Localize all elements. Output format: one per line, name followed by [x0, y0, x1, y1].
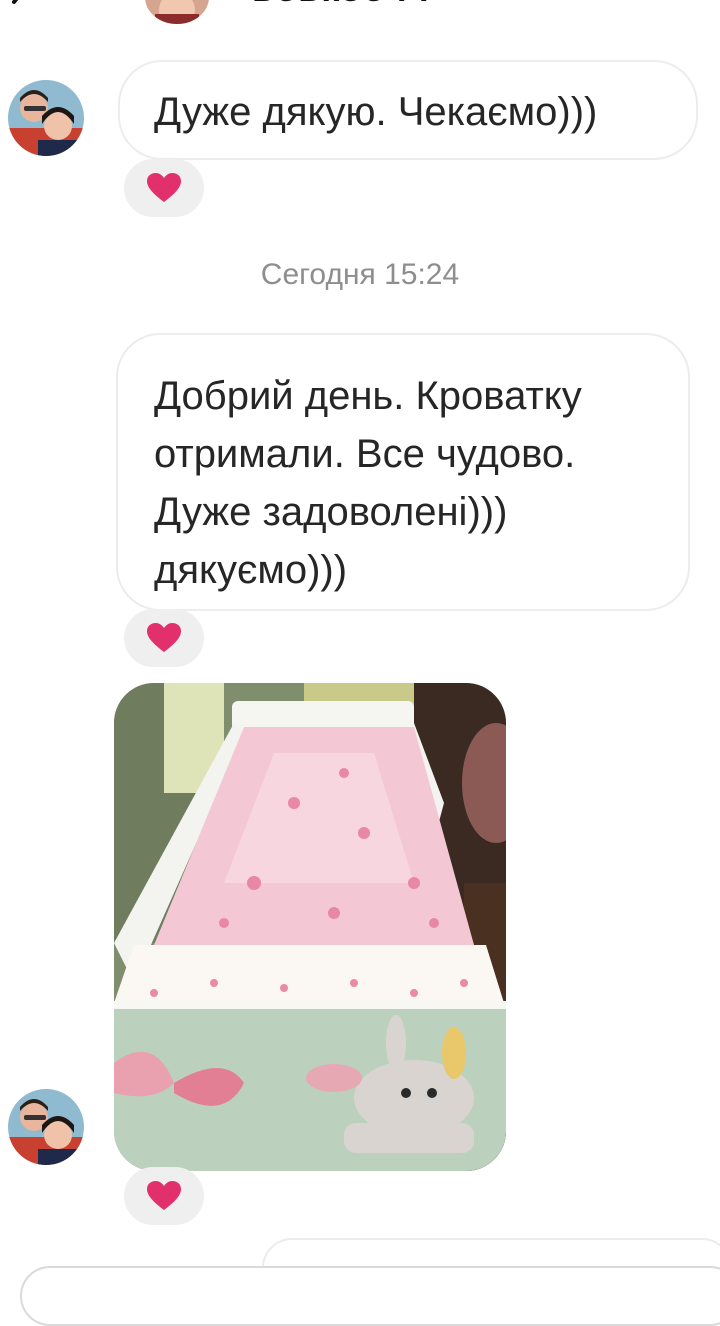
reaction-badge[interactable] — [124, 159, 204, 217]
message-bubble[interactable]: Дуже дякую. Чекаємо))) — [118, 60, 698, 160]
message-bubble[interactable]: Добрий день. Кроватку отримали. Все чудо… — [116, 333, 690, 611]
info-icon[interactable] — [622, 0, 672, 16]
heart-icon — [147, 173, 181, 202]
message-text: Дуже дякую. Чекаємо))) — [154, 90, 598, 134]
reaction-badge[interactable] — [124, 1167, 204, 1225]
message-text: Добрий день. Кроватку отримали. Все чудо… — [154, 374, 582, 592]
heart-icon — [147, 623, 181, 652]
avatar[interactable] — [8, 80, 84, 156]
reaction-badge[interactable] — [124, 609, 204, 667]
avatar[interactable] — [8, 1089, 84, 1165]
photo-message[interactable] — [114, 683, 506, 1171]
message-composer[interactable] — [20, 1266, 720, 1326]
video-call-icon[interactable] — [500, 0, 556, 16]
timestamp: Сегодня 15:24 — [260, 258, 460, 291]
header-avatar[interactable] — [145, 0, 209, 24]
chat-header: ьоькоо i i — [0, 0, 720, 40]
chevron-left-icon[interactable] — [0, 0, 40, 18]
heart-icon — [147, 1181, 181, 1210]
header-username[interactable]: ьоькоо i i — [252, 0, 430, 10]
